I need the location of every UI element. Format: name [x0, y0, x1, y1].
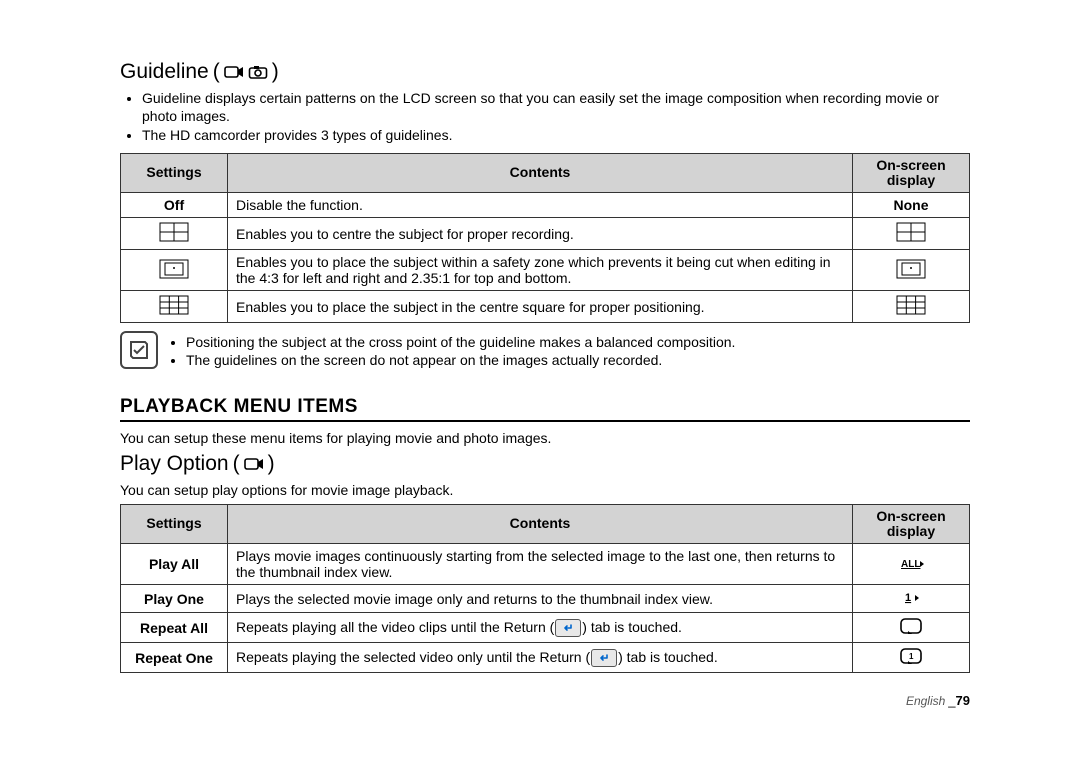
osd-cell [853, 291, 970, 323]
guideline-cross-icon [896, 222, 926, 245]
table-row: Enables you to place the subject in the … [121, 291, 970, 323]
content-cell: Plays movie images continuously starting… [228, 544, 853, 585]
guideline-grid-icon [159, 295, 189, 318]
th-settings: Settings [121, 504, 228, 544]
th-osd: On-screen display [853, 153, 970, 193]
table-row: Repeat OneRepeats playing the selected v… [121, 643, 970, 673]
return-icon [591, 649, 617, 667]
guideline-heading: Guideline ( ) [120, 60, 970, 84]
table-row: Enables you to centre the subject for pr… [121, 218, 970, 250]
guideline-safety-icon [896, 259, 926, 282]
footer-lang: English [906, 694, 945, 708]
osd-cell [853, 613, 970, 643]
table-row: OffDisable the function.None [121, 193, 970, 218]
th-osd: On-screen display [853, 504, 970, 544]
content-cell: Enables you to centre the subject for pr… [228, 218, 853, 250]
setting-cell: Play All [121, 544, 228, 585]
table-row: Repeat AllRepeats playing all the video … [121, 613, 970, 643]
photo-mode-icon [248, 64, 268, 80]
osd-cell: 1 [853, 585, 970, 613]
guideline-cross-icon [159, 222, 189, 245]
setting-cell: Repeat One [121, 643, 228, 673]
play-one-icon: 1 [898, 589, 924, 608]
content-cell: Disable the function. [228, 193, 853, 218]
th-contents: Contents [228, 504, 853, 544]
play-option-title: Play Option [120, 452, 229, 476]
play-option-intro: You can setup play options for movie ima… [120, 482, 970, 498]
table-row: Play AllPlays movie images continuously … [121, 544, 970, 585]
osd-cell [853, 250, 970, 291]
table-row: Play OnePlays the selected movie image o… [121, 585, 970, 613]
content-cell: Enables you to place the subject within … [228, 250, 853, 291]
footer-page: 79 [956, 693, 970, 708]
content-cell: Repeats playing all the video clips unti… [228, 613, 853, 643]
play-all-icon: ALL [898, 555, 924, 574]
guideline-table: Settings Contents On-screen display OffD… [120, 153, 970, 324]
paren-close: ) [272, 60, 279, 84]
svg-text:1: 1 [909, 652, 914, 661]
setting-cell [121, 291, 228, 323]
page-footer: English_79 [120, 693, 970, 708]
content-cell: Enables you to place the subject in the … [228, 291, 853, 323]
playback-section-title: PLAYBACK MENU ITEMS [120, 396, 970, 422]
paren-open: ( [213, 60, 220, 84]
osd-cell: 1 [853, 643, 970, 673]
setting-cell [121, 218, 228, 250]
movie-mode-icon [224, 64, 244, 80]
guideline-grid-icon [896, 295, 926, 318]
manual-page: Guideline ( ) Guideline displays certain… [0, 0, 1080, 738]
note-block: Positioning the subject at the cross poi… [120, 333, 970, 369]
playback-intro: You can setup these menu items for playi… [120, 430, 970, 446]
setting-cell [121, 250, 228, 291]
note-1: Positioning the subject at the cross poi… [186, 333, 735, 351]
th-settings: Settings [121, 153, 228, 193]
guideline-bullet-1: Guideline displays certain patterns on t… [142, 90, 970, 125]
content-cell: Plays the selected movie image only and … [228, 585, 853, 613]
osd-cell: None [853, 193, 970, 218]
movie-mode-icon [244, 456, 264, 472]
th-contents: Contents [228, 153, 853, 193]
play-option-heading: Play Option ( ) [120, 452, 970, 476]
setting-cell: Off [121, 193, 228, 218]
guideline-bullet-2: The HD camcorder provides 3 types of gui… [142, 127, 970, 145]
guideline-title: Guideline [120, 60, 209, 84]
svg-text:ALL: ALL [901, 559, 920, 570]
setting-cell: Play One [121, 585, 228, 613]
svg-text:1: 1 [905, 592, 911, 604]
content-cell: Repeats playing the selected video only … [228, 643, 853, 673]
return-icon [555, 619, 581, 637]
play-repeat-one-icon: 1 [899, 647, 923, 668]
note-icon [120, 331, 158, 369]
osd-cell: ALL [853, 544, 970, 585]
table-row: Enables you to place the subject within … [121, 250, 970, 291]
guideline-safety-icon [159, 259, 189, 282]
footer-sep: _ [948, 693, 955, 708]
note-2: The guidelines on the screen do not appe… [186, 351, 735, 369]
osd-cell [853, 218, 970, 250]
note-list: Positioning the subject at the cross poi… [168, 333, 735, 369]
paren-close-2: ) [268, 452, 275, 476]
setting-cell: Repeat All [121, 613, 228, 643]
play-option-table: Settings Contents On-screen display Play… [120, 504, 970, 674]
play-repeat-all-icon [899, 617, 923, 638]
guideline-bullets: Guideline displays certain patterns on t… [132, 90, 970, 145]
paren-open-2: ( [233, 452, 240, 476]
